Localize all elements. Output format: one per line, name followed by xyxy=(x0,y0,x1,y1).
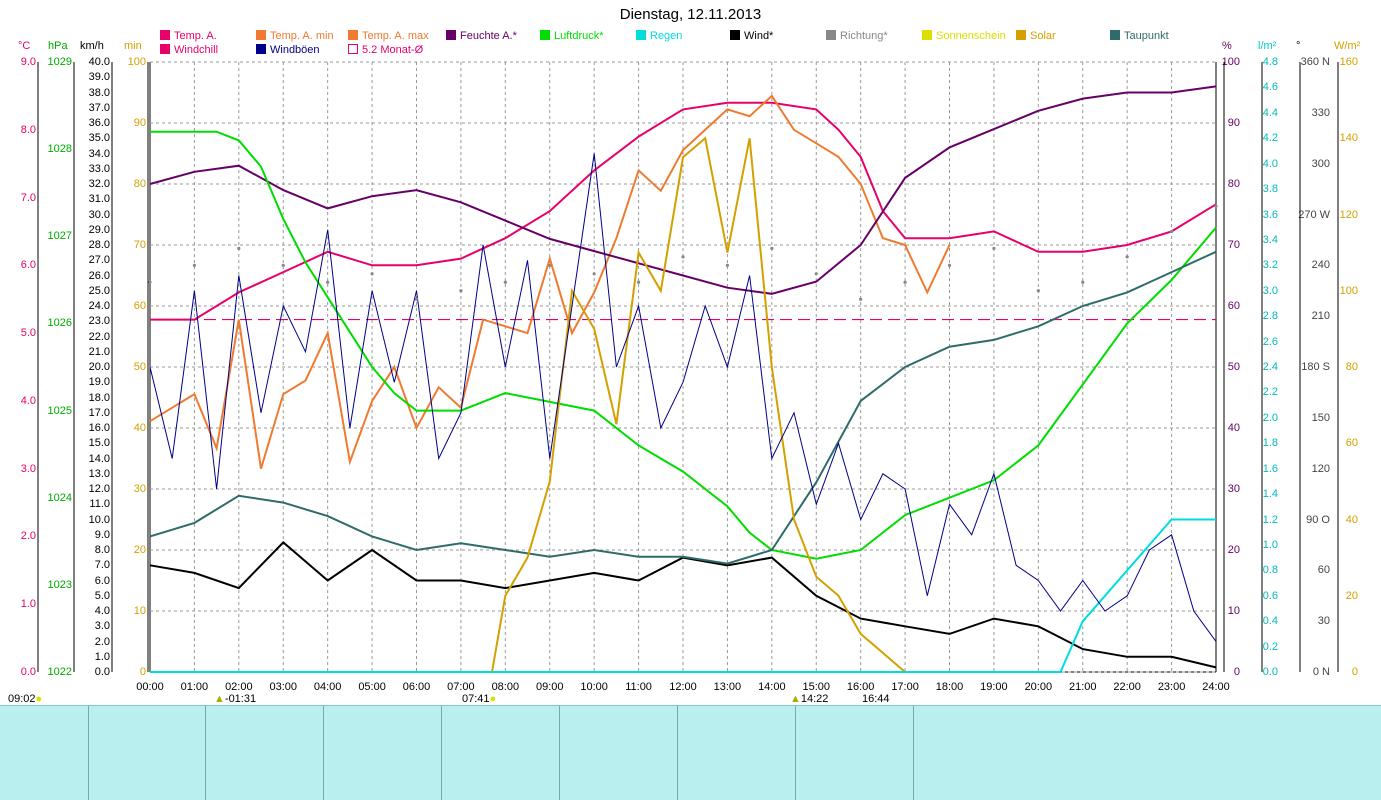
direction-point xyxy=(1036,289,1040,293)
direction-point xyxy=(1214,204,1218,208)
time-marker-low: ▲-01:31 xyxy=(214,693,257,705)
direction-point xyxy=(636,280,641,284)
chart-plot xyxy=(37,61,1339,673)
direction-point xyxy=(1169,229,1174,234)
direction-point xyxy=(414,297,419,301)
direction-point xyxy=(148,280,152,284)
direction-point xyxy=(1125,255,1129,259)
direction-point xyxy=(592,272,596,276)
direction-point xyxy=(903,280,907,284)
moon-marker: ▲14:22 xyxy=(790,693,829,705)
direction-point xyxy=(503,280,507,284)
sunrise-marker: 07:41● xyxy=(462,693,497,705)
direction-point xyxy=(192,263,197,267)
sunset-marker: 16:44 xyxy=(862,693,890,705)
direction-point xyxy=(947,263,952,267)
direction-point xyxy=(281,263,285,267)
direction-point xyxy=(548,263,552,267)
direction-point xyxy=(459,289,463,293)
series-line xyxy=(491,136,906,673)
direction-point xyxy=(370,272,374,276)
weather-chart-screen: { "title": "Dienstag, 12.11.2013", "lege… xyxy=(0,0,1381,800)
direction-point xyxy=(814,272,818,276)
summary-table xyxy=(0,705,1381,800)
direction-point xyxy=(859,297,863,301)
direction-point xyxy=(725,263,730,267)
direction-point xyxy=(770,246,774,250)
direction-point xyxy=(1081,280,1085,284)
direction-point xyxy=(326,280,330,284)
direction-point xyxy=(681,255,685,259)
direction-point xyxy=(237,246,241,250)
time-marker-left: 09:02● xyxy=(8,693,43,705)
direction-point xyxy=(992,246,996,250)
